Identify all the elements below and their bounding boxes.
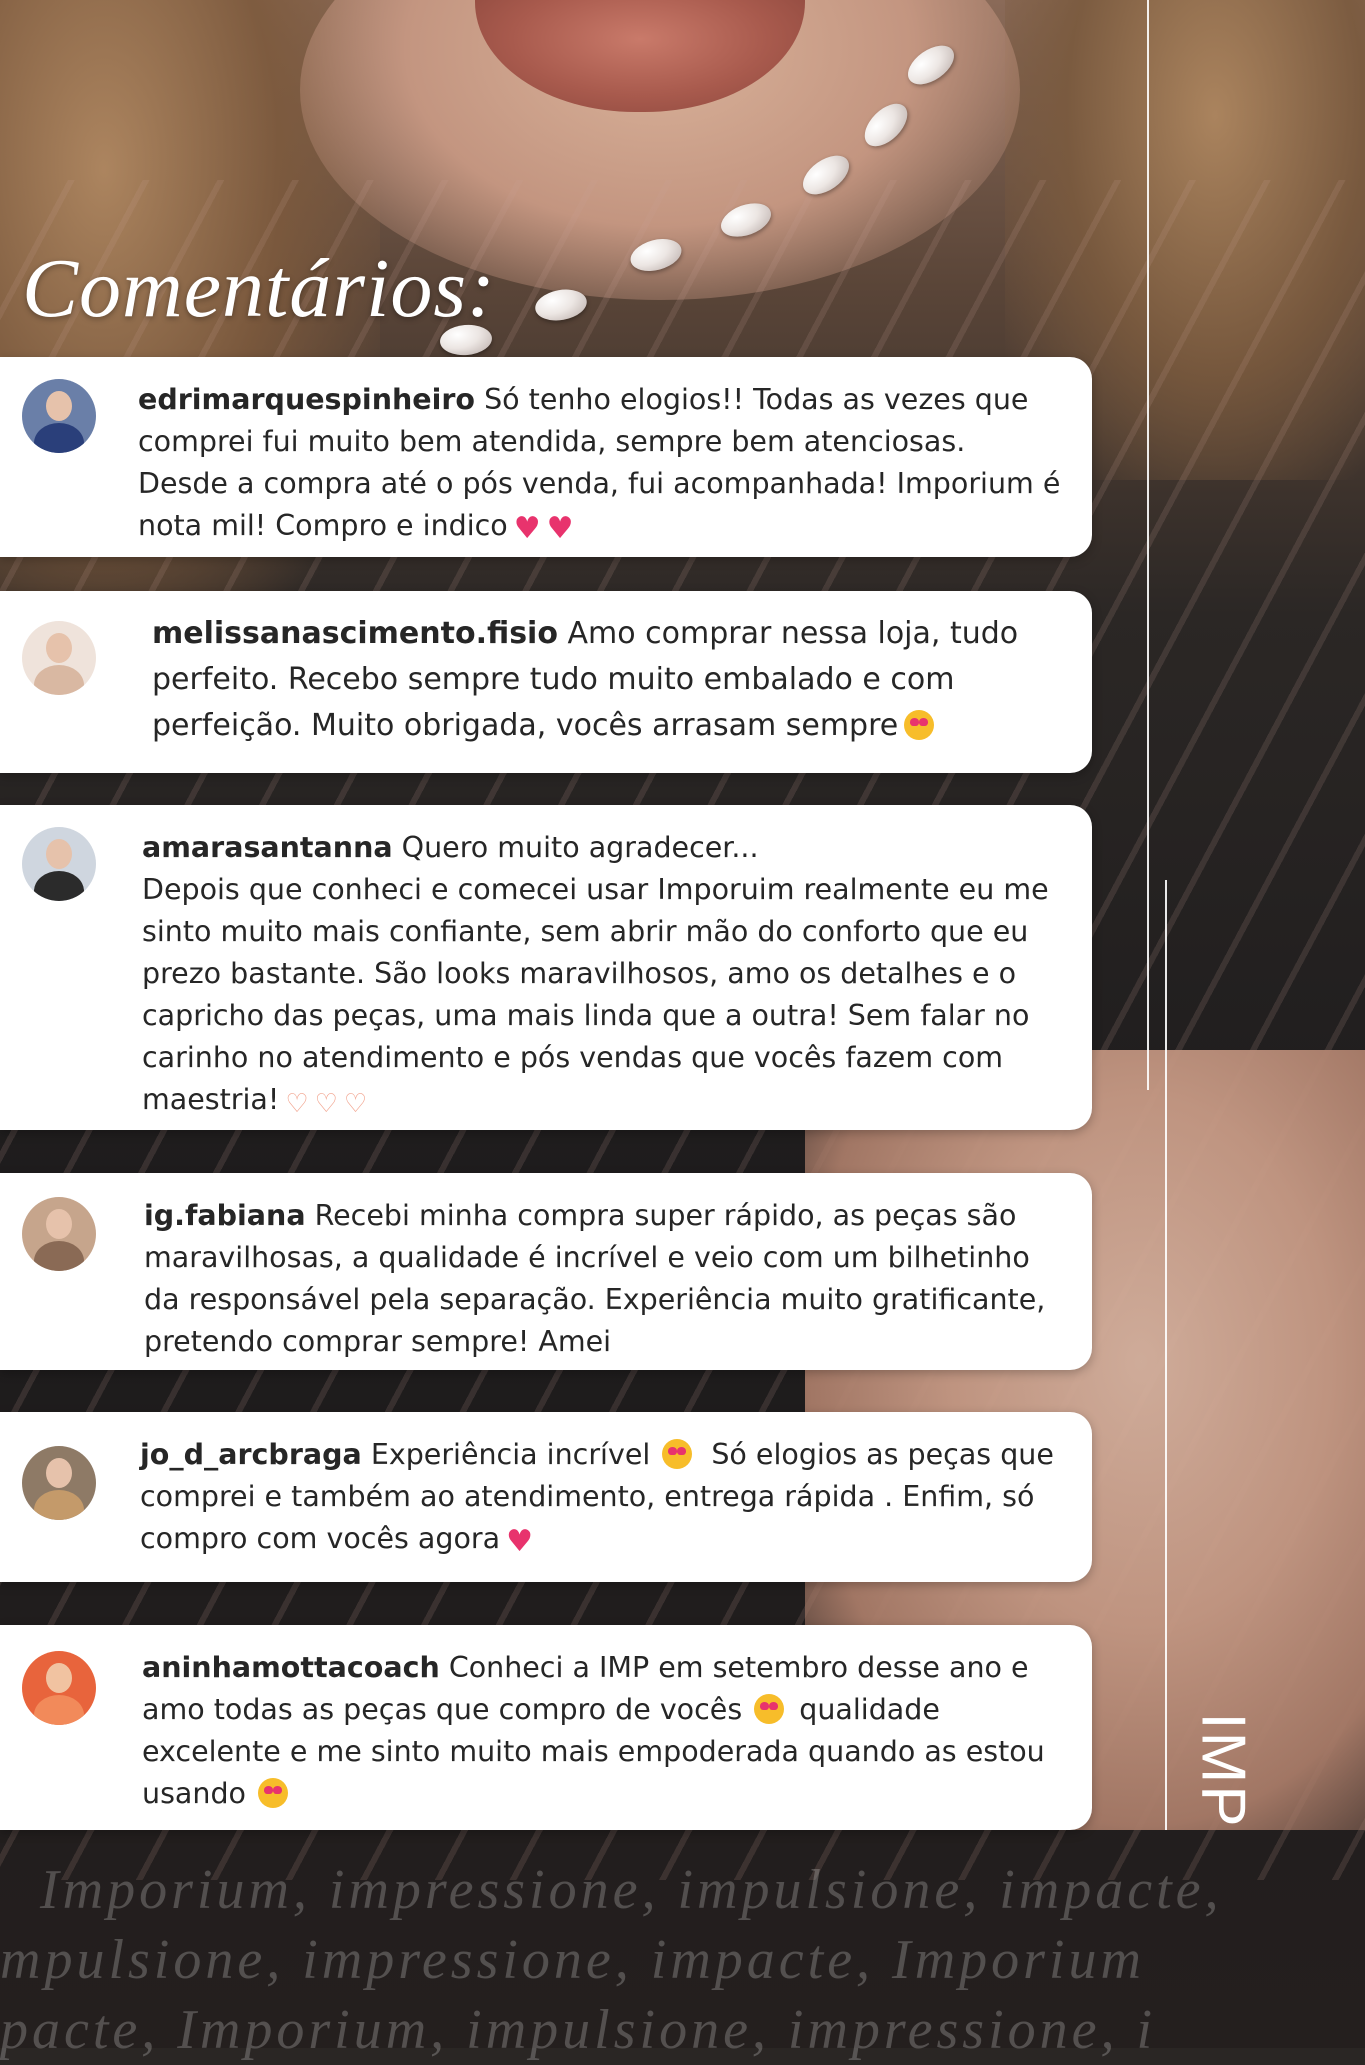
- heart-eyes-icon: [754, 1694, 785, 1724]
- tagline-line: pacte, Imporium, impulsione, impressione…: [0, 1999, 1157, 2061]
- comment-username[interactable]: amarasantanna: [142, 831, 393, 864]
- brand-logo-text: IMP: [1188, 1711, 1258, 1829]
- heart-eyes-icon: [904, 710, 935, 740]
- page-title: Comentários:: [22, 242, 496, 335]
- decorative-vertical-line: [1147, 0, 1149, 1090]
- comment-body-first-line: Experiência incrível: [370, 1438, 651, 1471]
- comment-body: Depois que conheci e comecei usar Imporu…: [142, 873, 1049, 1116]
- decorative-vertical-line: [1165, 880, 1167, 1830]
- heart-icon: ♥: [546, 511, 574, 546]
- avatar: [22, 1197, 96, 1271]
- comment-text: ig.fabiana Recebi minha compra super ráp…: [144, 1195, 1064, 1363]
- avatar: [22, 1446, 96, 1520]
- heart-eyes-icon: [257, 1778, 288, 1808]
- comment-card: ig.fabiana Recebi minha compra super ráp…: [0, 1173, 1092, 1370]
- heart-eyes-icon: [662, 1439, 693, 1469]
- comment-text: melissanascimento.fisio Amo comprar ness…: [152, 611, 1064, 749]
- comment-card: aninhamottacoach Conheci a IMP em setemb…: [0, 1625, 1092, 1830]
- tagline-line: Imporium, impressione, impulsione, impac…: [40, 1859, 1223, 1921]
- comment-text: aninhamottacoach Conheci a IMP em setemb…: [142, 1647, 1064, 1815]
- brand-tagline-watermark: Imporium, impressione, impulsione, impac…: [0, 1855, 1365, 2065]
- comment-text: jo_d_arcbraga Experiência incrível Só el…: [140, 1434, 1064, 1560]
- brand-logo: IMP: [1178, 1705, 1268, 1835]
- comment-username[interactable]: edrimarquespinheiro: [138, 383, 475, 416]
- tagline-line: mpulsione, impressione, impacte, Imporiu…: [0, 1929, 1145, 1991]
- avatar: [22, 379, 96, 453]
- comment-username[interactable]: ig.fabiana: [144, 1199, 306, 1232]
- avatar: [22, 827, 96, 901]
- comment-text: edrimarquespinheiro Só tenho elogios!! T…: [138, 379, 1064, 547]
- comment-username[interactable]: aninhamottacoach: [142, 1651, 440, 1684]
- heart-icon: ♥: [513, 511, 541, 546]
- comment-card: melissanascimento.fisio Amo comprar ness…: [0, 591, 1092, 773]
- heart-hands-icon: ♡♡♡: [285, 1089, 374, 1119]
- comment-username[interactable]: melissanascimento.fisio: [152, 616, 558, 651]
- comment-card: jo_d_arcbraga Experiência incrível Só el…: [0, 1412, 1092, 1582]
- avatar: [22, 1651, 96, 1725]
- comment-card: edrimarquespinheiro Só tenho elogios!! T…: [0, 357, 1092, 557]
- heart-icon: ♥: [506, 1524, 533, 1559]
- comment-card: amarasantanna Quero muito agradecer... D…: [0, 805, 1092, 1130]
- comment-text: amarasantanna Quero muito agradecer... D…: [142, 827, 1064, 1121]
- comment-body-first-line: Quero muito agradecer...: [401, 831, 759, 864]
- comment-username[interactable]: jo_d_arcbraga: [140, 1438, 362, 1471]
- avatar: [22, 621, 96, 695]
